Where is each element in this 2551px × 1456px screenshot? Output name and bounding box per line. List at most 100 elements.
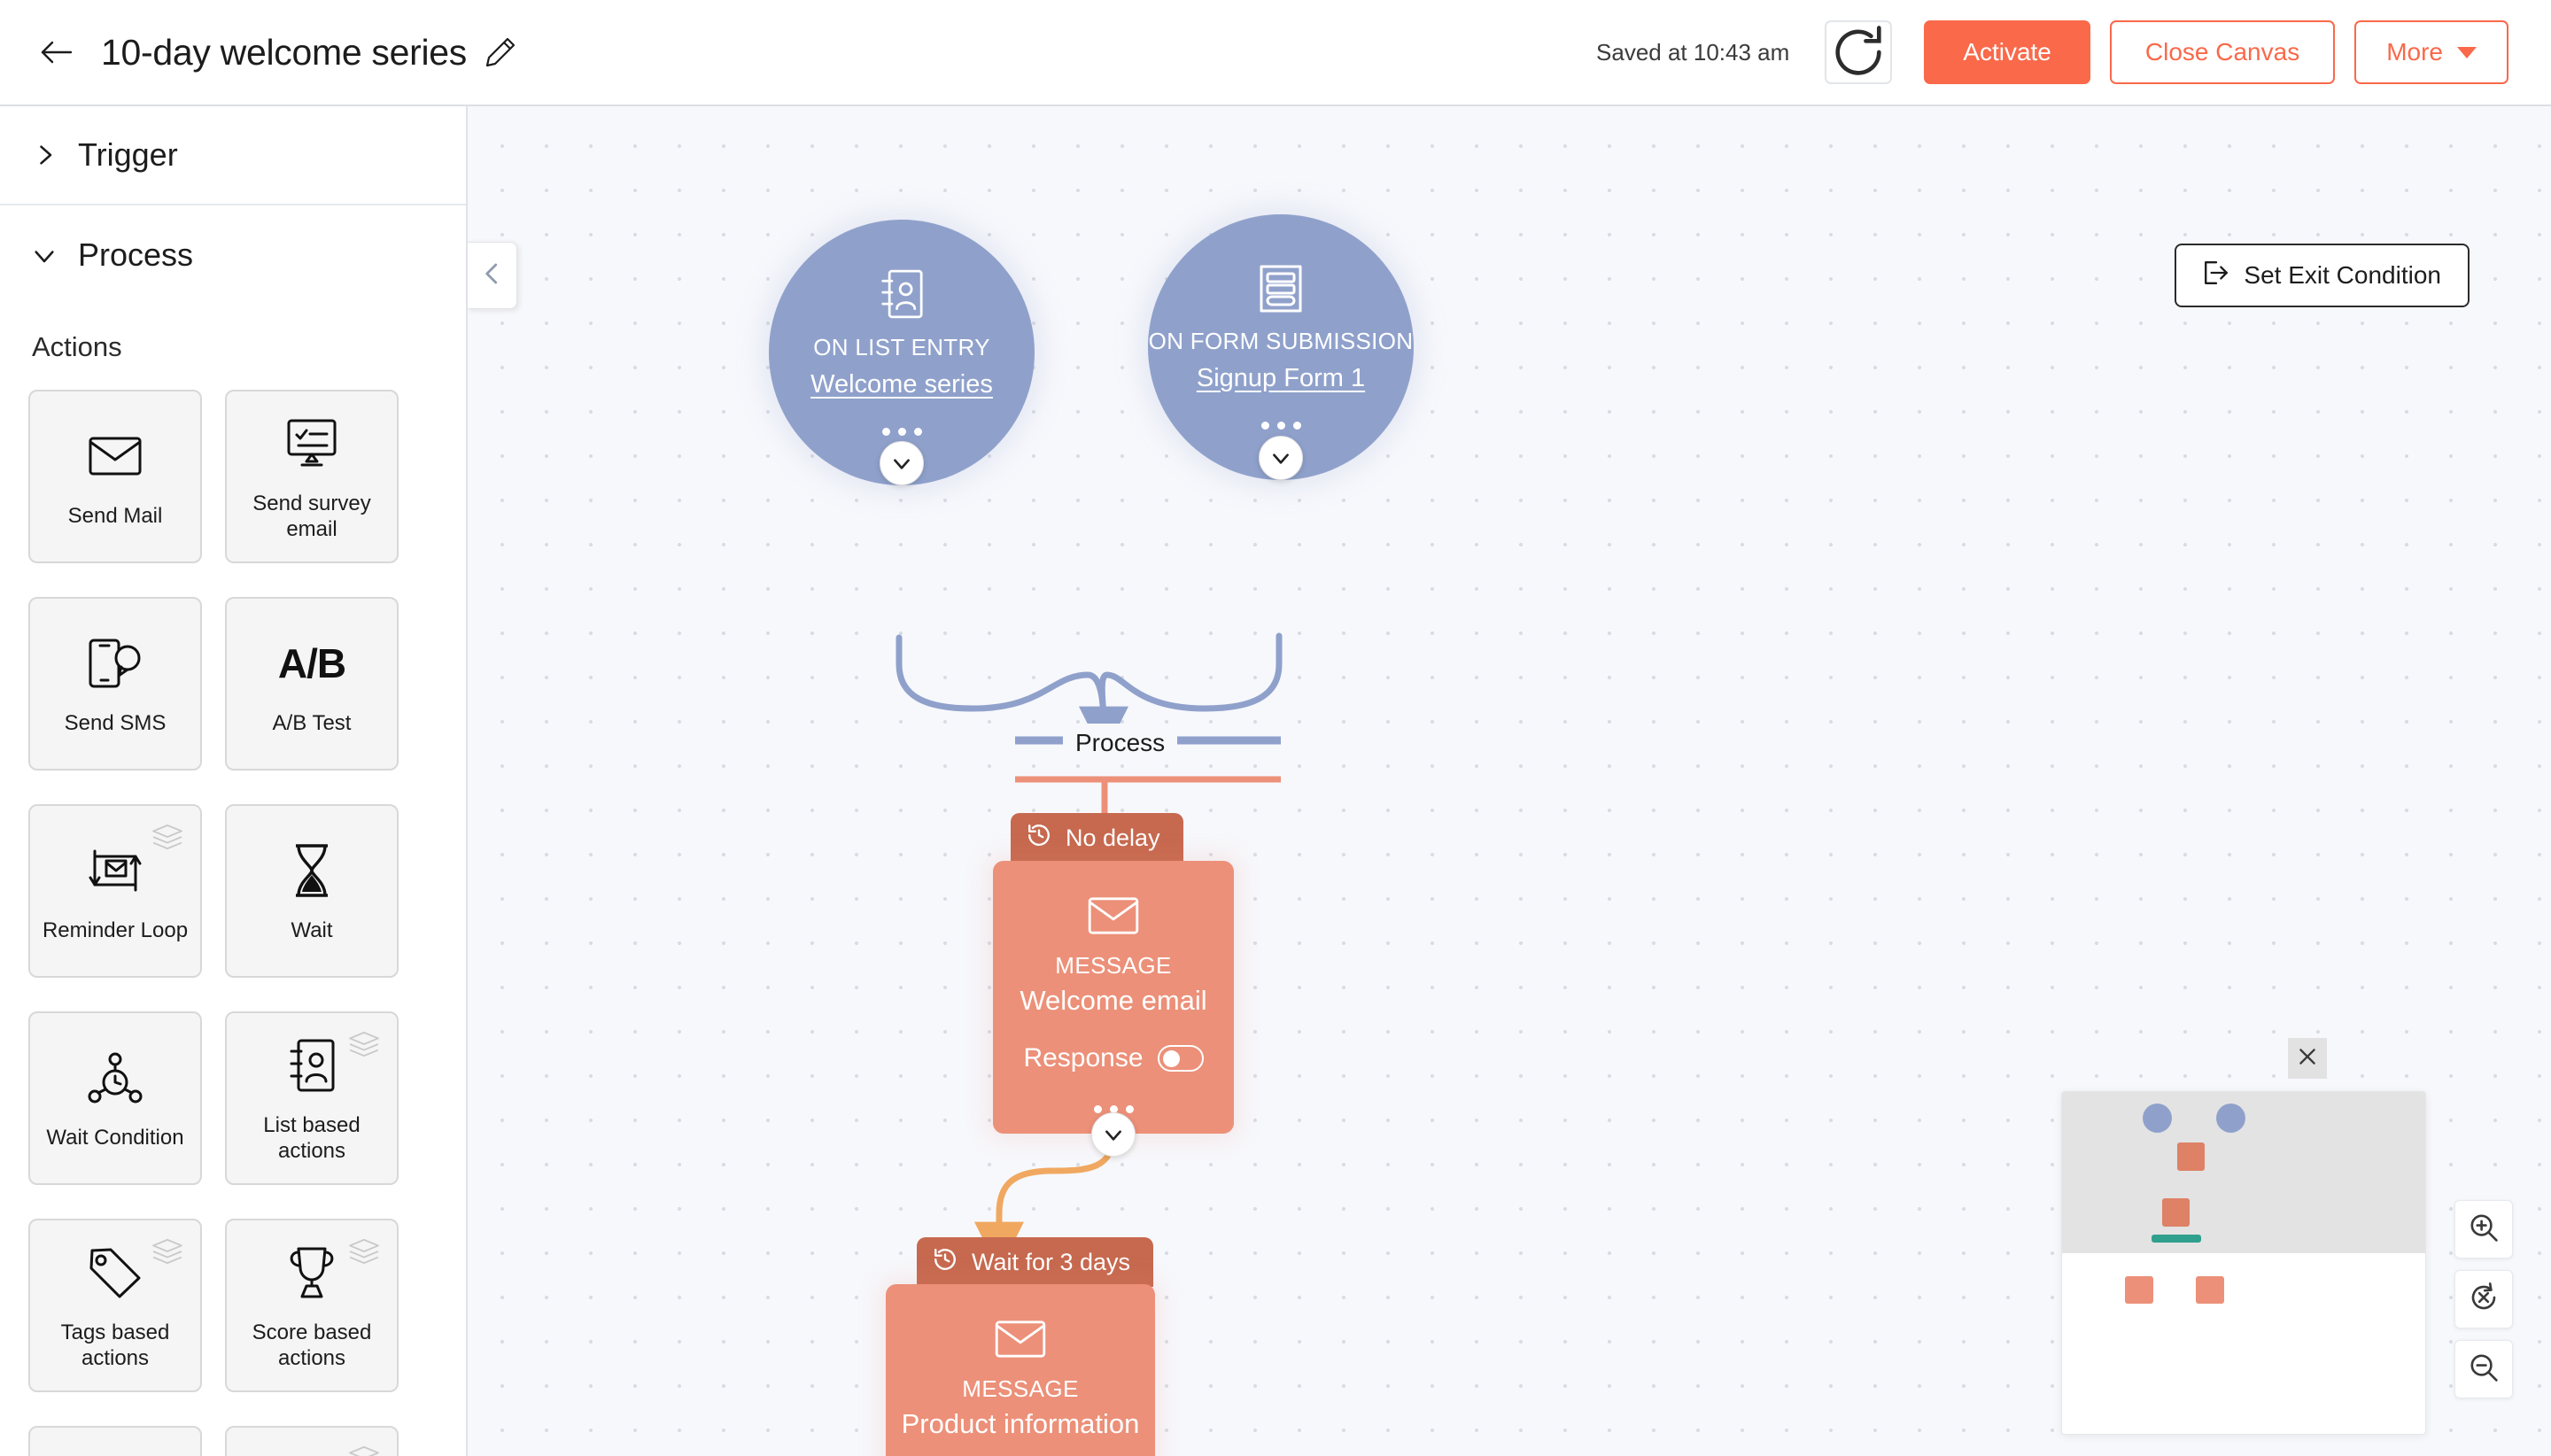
expand-chevron-step-1[interactable] <box>1091 1112 1136 1157</box>
zoom-out-icon <box>2468 1351 2500 1388</box>
header-actions: Saved at 10:43 am Activate Close Canvas … <box>1596 20 2508 84</box>
clock-rewind-icon <box>933 1247 958 1278</box>
set-exit-condition-label: Set Exit Condition <box>2244 261 2441 289</box>
zoom-in-button[interactable] <box>2454 1200 2513 1259</box>
action-card-send-survey-email[interactable]: Send survey email <box>225 390 399 563</box>
message-name: Product information <box>901 1408 1140 1439</box>
message-node-product-information[interactable]: MESSAGE Product information <box>886 1284 1155 1456</box>
activate-button[interactable]: Activate <box>1924 20 2090 84</box>
minimap-close-button[interactable] <box>2288 1038 2327 1079</box>
exit-arrow-icon <box>2203 259 2229 292</box>
sidebar-section-trigger-label: Trigger <box>78 136 178 173</box>
close-icon <box>2296 1045 2319 1073</box>
action-card-label: Wait <box>291 918 333 943</box>
response-label: Response <box>1023 1043 1144 1073</box>
action-card-ab-test[interactable]: A/B A/B Test <box>225 597 399 771</box>
action-card-label: Reminder Loop <box>42 918 189 943</box>
trigger-kind: ON FORM SUBMISSION <box>1148 328 1414 355</box>
page-title: 10-day welcome series <box>101 31 467 73</box>
action-card-label: Score based actions <box>252 1320 372 1370</box>
response-toggle-row[interactable]: Response <box>1023 1043 1204 1073</box>
actions-heading: Actions <box>32 331 122 362</box>
mobile-chat-icon <box>88 631 143 696</box>
delay-chip-label: Wait for 3 days <box>972 1248 1131 1275</box>
ab-text-icon: A/B <box>277 640 346 687</box>
expand-chevron-trigger-2[interactable] <box>1259 436 1303 480</box>
more-dots-icon[interactable] <box>881 427 922 436</box>
action-card-label: Send Mail <box>67 504 163 529</box>
minimap-node-step-5 <box>2196 1276 2224 1304</box>
chevron-right-icon <box>32 143 58 167</box>
more-button[interactable]: More <box>2354 20 2508 84</box>
expand-chevron-trigger-1[interactable] <box>880 441 924 485</box>
message-kind: MESSAGE <box>962 1375 1079 1402</box>
app-header: 10-day welcome series Saved at 10:43 am … <box>0 0 2551 106</box>
sidebar-section-process[interactable]: Process <box>0 205 466 305</box>
minimap-node-step-1 <box>2177 1142 2205 1171</box>
delay-chip-wait-3-days[interactable]: Wait for 3 days <box>917 1237 1154 1287</box>
action-card-reminder-loop[interactable]: Reminder Loop <box>28 783 202 978</box>
action-card-label: Send survey email <box>252 491 371 541</box>
delay-chip-label: No delay <box>1066 824 1160 851</box>
trophy-icon <box>286 1240 337 1305</box>
action-card-tags-based-actions[interactable]: Tags based actions <box>28 1197 202 1392</box>
actions-grid: Send Mail Send survey email Send SMS A/B… <box>0 368 416 1456</box>
action-card-label: Tags based actions <box>60 1320 170 1370</box>
more-dots-icon[interactable] <box>1260 421 1301 430</box>
zoom-reset-icon <box>2468 1282 2500 1318</box>
minimap-node-trigger-1 <box>2143 1104 2172 1133</box>
clock-rewind-icon <box>1027 823 1051 854</box>
layers-icon <box>347 1445 381 1456</box>
zoom-in-icon <box>2468 1212 2500 1248</box>
saved-status: Saved at 10:43 am <box>1596 38 1790 66</box>
pencil-icon[interactable] <box>485 36 516 68</box>
minimap-node-trigger-2 <box>2216 1104 2245 1133</box>
contact-card-icon <box>289 1033 335 1098</box>
action-card-wait-condition[interactable]: Wait Condition <box>28 1011 202 1185</box>
layers-icon <box>347 1031 381 1057</box>
form-icon <box>1259 265 1303 317</box>
left-sidebar: Trigger Process Actions Send Mail Send s… <box>0 106 468 1456</box>
trigger-name-link[interactable]: Welcome series <box>810 370 993 399</box>
trigger-name-link[interactable]: Signup Form 1 <box>1197 364 1365 393</box>
action-card-zoho-crm-actions[interactable]: Zoho CRM actions <box>225 1405 399 1456</box>
response-toggle[interactable] <box>1157 1045 1204 1072</box>
zoom-reset-button[interactable] <box>2454 1270 2513 1328</box>
refresh-icon[interactable] <box>1825 20 1893 84</box>
delay-chip-no-delay[interactable]: No delay <box>1011 813 1183 863</box>
wait-condition-icon <box>88 1045 143 1111</box>
message-node-welcome-email[interactable]: MESSAGE Welcome email Response <box>993 861 1234 1134</box>
action-card-label: Wait Condition <box>46 1126 184 1150</box>
chevron-down-icon <box>2457 46 2477 58</box>
set-exit-condition-button[interactable]: Set Exit Condition <box>2175 244 2470 307</box>
envelope-icon <box>89 423 142 489</box>
zoom-out-button[interactable] <box>2454 1340 2513 1398</box>
action-card-send-sms[interactable]: Send SMS <box>28 597 202 771</box>
layers-icon <box>151 1238 184 1265</box>
sidebar-section-trigger[interactable]: Trigger <box>0 106 466 205</box>
action-card-label: List based actions <box>263 1112 361 1163</box>
envelope-icon <box>1088 896 1139 940</box>
layers-icon <box>151 824 184 850</box>
chevron-left-icon <box>479 260 506 291</box>
sidebar-section-process-label: Process <box>78 236 194 273</box>
action-card-wait[interactable]: Wait <box>225 804 399 978</box>
minimap-node-step-2 <box>2162 1198 2190 1227</box>
minimap[interactable] <box>2061 1091 2426 1435</box>
back-arrow-icon[interactable] <box>37 33 76 72</box>
action-card-score-based-actions[interactable]: Score based actions <box>225 1197 399 1392</box>
survey-monitor-icon <box>285 411 338 476</box>
contact-card-icon <box>880 269 923 323</box>
close-canvas-button[interactable]: Close Canvas <box>2109 20 2336 84</box>
collapse-panel-button[interactable] <box>468 242 517 309</box>
message-name: Welcome email <box>1020 985 1207 1016</box>
action-card-update-fields[interactable]: Update fields <box>28 1426 202 1456</box>
reminder-loop-icon <box>88 838 143 903</box>
action-card-list-based-actions[interactable]: List based actions <box>225 990 399 1185</box>
minimap-node-step-3 <box>2152 1235 2201 1243</box>
chevron-down-icon <box>32 243 58 267</box>
more-button-label: More <box>2386 38 2443 66</box>
layers-icon <box>347 1238 381 1265</box>
hourglass-icon <box>290 838 334 903</box>
action-card-send-mail[interactable]: Send Mail <box>28 390 202 563</box>
